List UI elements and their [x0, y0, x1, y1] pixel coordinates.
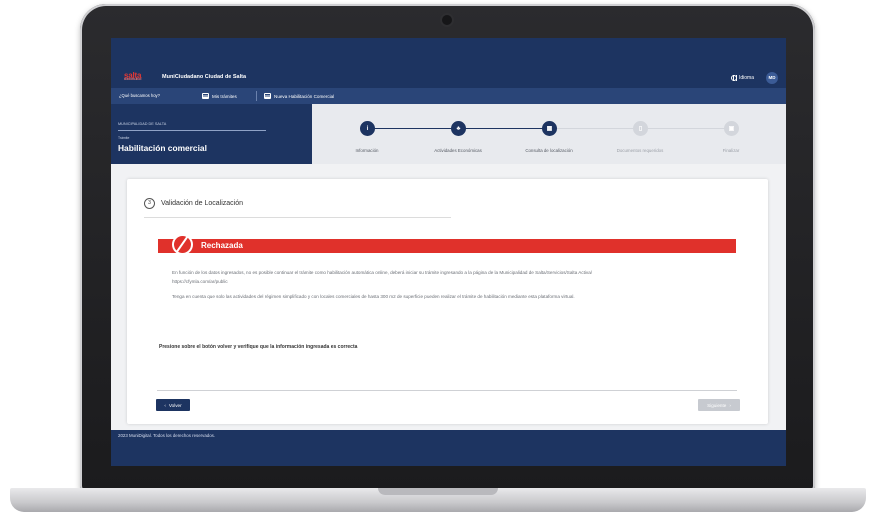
document-icon: ▯: [638, 125, 643, 132]
step-finish[interactable]: ▣: [724, 121, 739, 136]
procedure-type-label: Trámite: [118, 136, 130, 140]
step-connector: [640, 128, 731, 130]
step-label: Actividades Económicas: [434, 148, 482, 153]
nav-my-procedures[interactable]: Mis trámites: [202, 91, 237, 101]
nav-bar: ¿Qué buscamos hoy? Mis trámites Nueva Ha…: [111, 88, 786, 104]
section-number: 3: [144, 198, 155, 209]
list-icon: [264, 93, 271, 99]
webcam-icon: [440, 13, 454, 27]
rejection-note: Tenga en cuenta que solo las actividades…: [172, 294, 575, 299]
back-button-label: Volver: [168, 402, 182, 408]
rejection-message: En función de los datos ingresados, no e…: [172, 270, 593, 275]
organization-name: MUNICIPALIDAD DE SALTA: [118, 122, 167, 126]
nav-new-procedure-label: Nueva Habilitación Comercial: [274, 93, 335, 99]
divider: [157, 390, 737, 391]
step-label: Consulta de localización: [525, 148, 573, 153]
finish-icon: ▣: [728, 125, 735, 132]
divider: [144, 217, 451, 218]
list-icon: [202, 93, 209, 99]
procedure-panel: [111, 104, 312, 164]
procedure-title: Habilitación comercial: [118, 143, 207, 153]
globe-icon[interactable]: [731, 75, 737, 81]
step-information[interactable]: i: [360, 121, 375, 136]
app-screen: salta MUNICIPALIDAD MuniCiudadano Ciudad…: [111, 38, 786, 466]
section-title: Validación de Localización: [161, 200, 243, 207]
step-required-documents[interactable]: ▯: [633, 121, 648, 136]
next-button-label: Siguiente: [707, 402, 727, 408]
nav-my-procedures-label: Mis trámites: [212, 93, 237, 99]
app-title: MuniCiudadano Ciudad de Salta: [162, 74, 247, 80]
nav-help-link[interactable]: ¿Qué buscamos hoy?: [119, 93, 160, 98]
chevron-right-icon: ›: [729, 402, 731, 408]
status-banner: [158, 239, 736, 253]
info-icon: i: [366, 125, 369, 132]
salta-logo[interactable]: salta MUNICIPALIDAD: [124, 71, 150, 83]
chevron-left-icon: ‹: [164, 402, 166, 408]
nav-new-procedure[interactable]: Nueva Habilitación Comercial: [264, 91, 334, 101]
language-selector[interactable]: Idioma: [739, 75, 754, 81]
copyright-text: 2023 MuniDigital. Todos los derechos res…: [118, 433, 216, 438]
step-label: Información: [355, 148, 379, 153]
status-label: Rechazada: [201, 241, 243, 250]
divider: [118, 130, 266, 131]
step-location-query[interactable]: ▦: [542, 121, 557, 136]
step-label: Documentos requeridos: [616, 148, 664, 153]
instruction-text: Presione sobre el botón volver y verifiq…: [159, 344, 358, 350]
ban-icon: [172, 234, 193, 255]
map-icon: ▦: [546, 125, 553, 132]
step-connector: [549, 128, 640, 130]
activities-icon: ♣: [456, 125, 461, 132]
step-connector: [367, 128, 458, 130]
step-label: Finalizar: [722, 148, 740, 153]
step-connector: [458, 128, 549, 130]
top-bar: [111, 38, 786, 88]
footer: 2023 MuniDigital. Todos los derechos res…: [111, 430, 786, 466]
progress-stepper: i ♣ ▦ ▯ ▣ Información Actividades Económ…: [312, 104, 786, 164]
validation-card: [127, 179, 768, 424]
back-button[interactable]: ‹ Volver: [156, 399, 190, 411]
step-economic-activities[interactable]: ♣: [451, 121, 466, 136]
rejection-link[interactable]: https://cfymla.com/ar/public: [172, 279, 228, 284]
next-button[interactable]: Siguiente ›: [698, 399, 740, 411]
logo-subtext: MUNICIPALIDAD: [124, 78, 142, 81]
laptop-notch: [378, 488, 498, 495]
user-avatar[interactable]: MD: [766, 72, 778, 84]
nav-divider: [256, 91, 257, 101]
